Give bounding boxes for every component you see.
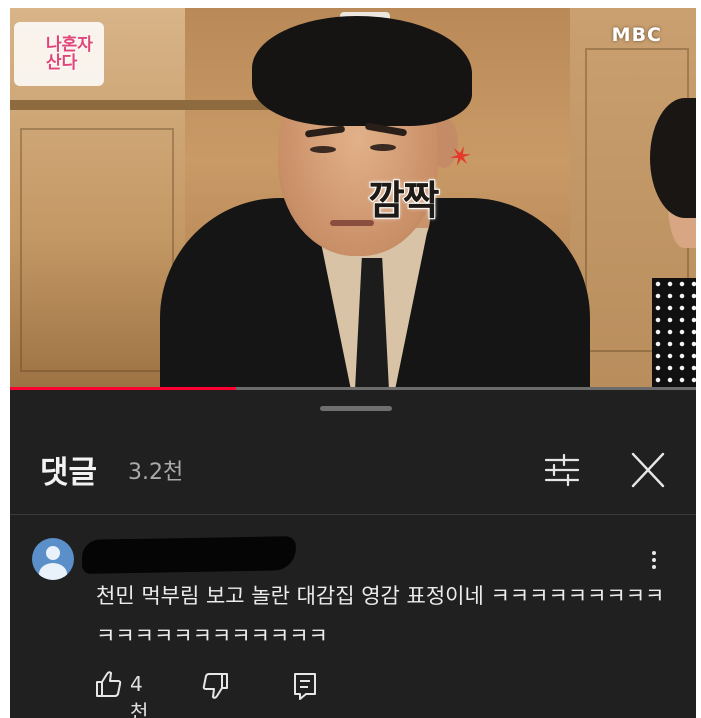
close-button[interactable] — [626, 450, 670, 490]
video-progress-bar[interactable] — [10, 387, 696, 390]
wall-panel — [20, 128, 174, 372]
reply-icon — [294, 673, 316, 700]
video-player[interactable]: 나혼자산다 MBC 깜짝 ✶ — [10, 8, 696, 390]
more-dot — [652, 565, 656, 569]
reply-button[interactable] — [290, 668, 320, 704]
drag-handle[interactable] — [320, 406, 392, 411]
comment-text: 천민 먹부림 보고 놀란 대감집 영감 표정이네 ㅋㅋㅋㅋㅋㅋㅋㅋㅋㅋㅋㅋㅋㅋㅋ… — [96, 584, 665, 648]
video-caption: 깜짝 — [367, 177, 441, 225]
show-logo-text: 나혼자산다 — [46, 35, 93, 73]
comments-count: 3.2천 — [128, 460, 184, 485]
dislike-button[interactable] — [200, 668, 230, 704]
dislike-icon — [202, 673, 228, 699]
like-button[interactable] — [94, 668, 124, 704]
like-icon — [96, 671, 122, 697]
sort-button[interactable] — [540, 450, 584, 490]
hair — [252, 16, 472, 126]
more-dot — [652, 551, 656, 555]
redacted-author-name — [81, 536, 297, 574]
header-divider — [10, 514, 696, 515]
app-frame: 나혼자산다 MBC 깜짝 ✶ 댓글 3.2천 천민 먹부림 보고 놀란 대감집 … — [10, 8, 696, 718]
comments-title: 댓글 — [40, 455, 98, 491]
sort-icon — [544, 453, 580, 487]
hair — [650, 98, 696, 218]
close-icon — [631, 452, 665, 488]
show-logo: 나혼자산다 — [14, 22, 104, 86]
video-person-secondary — [642, 98, 696, 390]
channel-brand: MBC — [611, 24, 662, 46]
avatar[interactable] — [32, 538, 74, 580]
dotted-dress — [652, 278, 696, 390]
eye — [370, 144, 396, 151]
video-progress-played — [10, 387, 237, 390]
avatar-body — [39, 563, 67, 580]
like-count: 4천 — [130, 672, 149, 718]
eye — [310, 146, 336, 153]
avatar-head — [46, 546, 60, 560]
more-dot — [652, 558, 656, 562]
